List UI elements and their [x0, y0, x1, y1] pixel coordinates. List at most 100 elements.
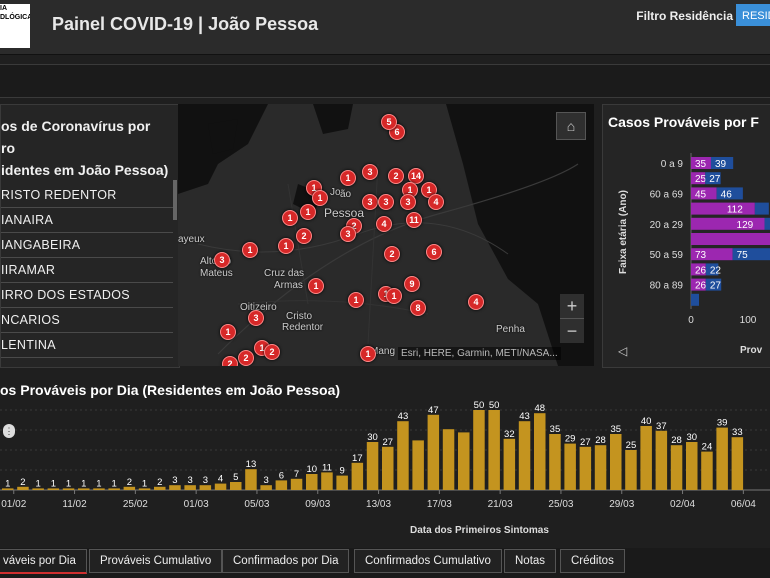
tab-creditos[interactable]: Créditos — [560, 549, 625, 573]
daily-bar — [549, 434, 561, 490]
case-marker[interactable]: 8 — [410, 300, 426, 316]
case-marker[interactable]: 1 — [278, 238, 294, 254]
case-marker[interactable]: 1 — [282, 210, 298, 226]
daily-bar-label: 35 — [610, 424, 621, 435]
daily-bar — [275, 480, 288, 490]
map-label: ão — [340, 189, 352, 200]
list-item[interactable]: IRRO DOS ESTADOS — [1, 283, 173, 308]
case-marker[interactable]: 3 — [400, 194, 416, 210]
daily-tick-label: 29/03 — [609, 499, 634, 510]
case-marker[interactable]: 3 — [214, 252, 230, 268]
age-bar-label: 45 — [695, 189, 707, 200]
home-icon: ⌂ — [566, 118, 576, 134]
age-bar-label: 27 — [710, 281, 722, 292]
case-marker[interactable]: 2 — [264, 344, 280, 360]
daily-tick-label: 01/02 — [1, 499, 26, 510]
daily-bar-label: 50 — [474, 400, 485, 411]
daily-bar-label: 1 — [112, 478, 117, 489]
daily-bar — [503, 438, 516, 490]
case-marker[interactable]: 1 — [308, 278, 324, 294]
list-scrollbar[interactable] — [173, 180, 177, 220]
case-marker[interactable]: 4 — [376, 216, 392, 232]
residence-filter-button[interactable]: RESID — [736, 4, 770, 26]
case-marker[interactable]: 3 — [362, 194, 378, 210]
prev-icon[interactable]: ◁ — [618, 344, 627, 358]
case-marker[interactable]: 1 — [348, 292, 364, 308]
case-marker[interactable]: 9 — [404, 276, 420, 292]
daily-bar-label: 39 — [717, 418, 728, 429]
age-bar — [691, 233, 770, 245]
range-slider-handle[interactable]: ⋮ — [3, 424, 15, 438]
daily-bar — [397, 421, 409, 490]
daily-bar-label: 10 — [306, 464, 317, 475]
case-marker[interactable]: 1 — [360, 346, 376, 362]
age-chart-xlabel: Prov — [740, 345, 763, 356]
list-title-line: os de Coronavírus por — [1, 118, 151, 134]
list-item[interactable]: IANGABEIRA — [1, 233, 173, 258]
list-item[interactable]: NCARIOS — [1, 308, 173, 333]
daily-bar — [670, 445, 683, 490]
daily-bar-label: 2 — [157, 477, 162, 488]
case-marker[interactable]: 1 — [220, 324, 236, 340]
case-marker[interactable]: 4 — [428, 194, 444, 210]
age-tick-label: 0 — [688, 315, 694, 326]
list-item[interactable]: LENTINA — [1, 333, 173, 358]
daily-bar — [366, 442, 379, 490]
case-marker[interactable]: 1 — [312, 190, 328, 206]
case-marker[interactable]: 3 — [248, 310, 264, 326]
map-label: Cruz das — [264, 268, 305, 279]
case-marker[interactable]: 4 — [468, 294, 484, 310]
neighborhood-list-panel: os de Coronavírus por ro identes em João… — [0, 104, 180, 368]
case-marker[interactable]: 1 — [386, 288, 402, 304]
case-marker[interactable]: 3 — [378, 194, 394, 210]
list-item[interactable]: IANAIRA — [1, 208, 173, 233]
daily-bar-label: 24 — [702, 442, 713, 453]
daily-bar — [290, 478, 303, 490]
daily-bar-label: 43 — [398, 411, 409, 422]
tab-provaveis-por-dia[interactable]: váveis por Dia — [0, 549, 87, 574]
daily-bar — [230, 482, 242, 490]
case-marker[interactable]: 3 — [340, 226, 356, 242]
case-marker[interactable]: 2 — [384, 246, 400, 262]
case-marker[interactable]: 3 — [362, 164, 378, 180]
age-bar — [691, 293, 699, 306]
case-marker[interactable]: 2 — [222, 356, 238, 366]
age-tick-label: 100 — [740, 315, 757, 326]
filter-label: Filtro Residência — [636, 9, 733, 23]
home-button[interactable]: ⌂ — [556, 112, 586, 140]
daily-bar — [640, 426, 652, 490]
case-marker[interactable]: 2 — [388, 168, 404, 184]
case-marker[interactable]: 2 — [238, 350, 254, 366]
list-item[interactable]: RISTO REDENTOR — [1, 183, 173, 208]
daily-bar-label: 1 — [36, 478, 41, 489]
filter-bar — [0, 64, 770, 98]
daily-bar-label: 7 — [294, 469, 299, 480]
daily-bar-label: 29 — [565, 434, 576, 445]
list-item[interactable]: IIRAMAR — [1, 258, 173, 283]
case-marker[interactable]: 11 — [406, 212, 422, 228]
case-marker[interactable]: 1 — [300, 204, 316, 220]
daily-bar — [625, 450, 637, 490]
case-marker[interactable]: 2 — [296, 228, 312, 244]
age-bar — [691, 202, 755, 215]
case-marker[interactable]: 1 — [242, 242, 258, 258]
case-marker[interactable]: 6 — [426, 244, 442, 260]
age-bar-label: 26 — [695, 265, 707, 276]
tab-confirmados-cumulativo[interactable]: Confirmados Cumulativo — [354, 549, 502, 573]
tab-provaveis-cumulativo[interactable]: Prováveis Cumulativo — [89, 549, 223, 573]
tab-confirmados-por-dia[interactable]: Confirmados por Dia — [222, 549, 350, 573]
age-bar-label: 129 — [737, 220, 754, 231]
daily-bar — [488, 410, 500, 490]
logo-line: IA — [0, 5, 7, 12]
daily-bar-label: 30 — [367, 432, 378, 443]
daily-bar — [442, 429, 455, 490]
case-marker[interactable]: 5 — [381, 114, 397, 130]
daily-bar — [594, 445, 607, 490]
page-title: Painel COVID-19 | João Pessoa — [52, 14, 319, 34]
map[interactable]: Jo ão Pessoa ayeux Alto do Mateus Cruz d… — [178, 104, 594, 366]
zoom-in-button[interactable]: + — [560, 294, 584, 318]
tab-notas[interactable]: Notas — [504, 549, 557, 573]
daily-bar-label: 28 — [671, 435, 682, 446]
case-marker[interactable]: 1 — [340, 170, 356, 186]
zoom-out-button[interactable]: − — [560, 318, 584, 343]
